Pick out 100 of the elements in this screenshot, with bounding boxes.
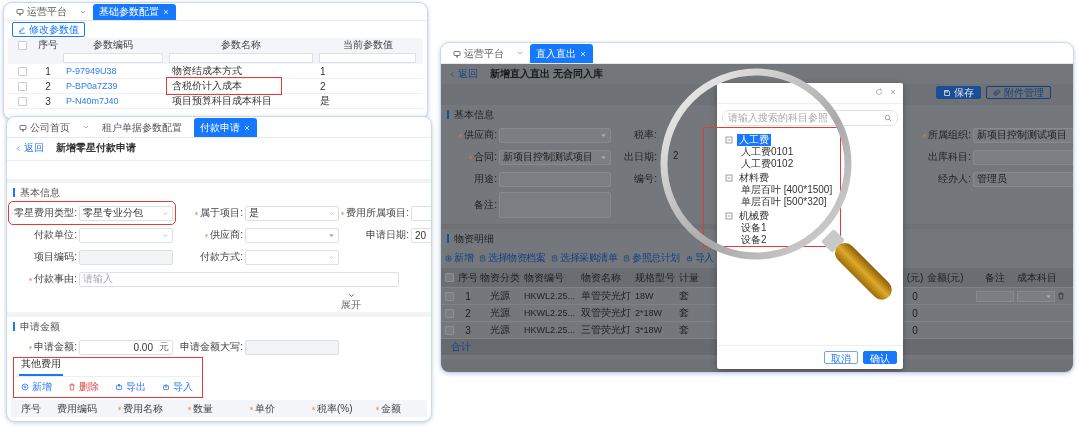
toolbar-button[interactable]: 选择物资档案: [479, 251, 545, 265]
import-button[interactable]: 导入: [162, 379, 193, 394]
table-cell-text: HKWL2.25...: [523, 291, 577, 301]
table-cell-text: 1: [464, 290, 472, 302]
tab[interactable]: 基础参数配置: [93, 4, 176, 20]
field-label: 申请金额:: [34, 340, 77, 354]
column-header: 序号: [21, 401, 41, 416]
export-button[interactable]: 导出: [115, 379, 146, 394]
tab[interactable]: 租户单据参数配置: [96, 118, 188, 137]
table-cell-text: 套: [678, 306, 690, 320]
tree-item[interactable]: 材料费: [737, 171, 771, 184]
section-title: 物资明细: [454, 231, 494, 246]
column-header: 税率(%): [317, 401, 353, 416]
page-title: 新增直入直出 无合同入库: [490, 67, 603, 81]
total-label: 合计: [451, 340, 471, 354]
table-cell-text: 单管荧光灯: [580, 289, 632, 303]
table-cell-text: 1: [319, 65, 327, 77]
input-field[interactable]: 20: [411, 227, 431, 243]
column-header: 物资编号: [523, 270, 565, 285]
toolbar-button[interactable]: 参照总计划: [623, 251, 680, 265]
field-label: 经办人:: [938, 172, 971, 186]
tab[interactable]: 运营平台: [447, 44, 510, 63]
input-field[interactable]: 请输入: [79, 271, 399, 287]
tab[interactable]: 运营平台: [10, 4, 73, 20]
code-link[interactable]: P-N40m7J40: [60, 96, 166, 106]
cancel-button[interactable]: 取消: [824, 351, 858, 364]
field-label: 所属组织:: [928, 128, 971, 142]
column-header: 备注: [984, 270, 1006, 285]
column-header: 费用名称: [123, 401, 163, 416]
column-header: 当前参数值: [341, 38, 394, 52]
field-label: 项目编码:: [34, 250, 77, 264]
section-title: 基本信息: [454, 107, 494, 122]
field-label: 供应商:: [464, 128, 497, 142]
add-button[interactable]: 新增: [445, 251, 473, 265]
column-header: 序号: [37, 38, 59, 52]
tab[interactable]: 公司首页: [13, 118, 76, 137]
input-field[interactable]: 管理员: [973, 171, 1073, 187]
field-label: 供应商:: [210, 228, 243, 242]
code-link[interactable]: P-97949U38: [60, 66, 166, 76]
tree-item[interactable]: 人工费0101: [739, 146, 796, 158]
column-header: 参数名称: [220, 38, 262, 52]
table-cell-text: 三管荧光灯: [580, 323, 632, 337]
tab[interactable]: 直入直出: [530, 44, 593, 63]
tree-item[interactable]: 设备2: [739, 234, 769, 246]
tree-item[interactable]: 人工费: [737, 133, 771, 146]
column-header: 物资名称: [580, 270, 622, 285]
tab[interactable]: 付款申请: [194, 118, 257, 137]
field-label: 申请金额大写:: [180, 340, 243, 354]
table-cell-text: 是: [319, 94, 331, 108]
input-field[interactable]: 0.00 元: [79, 339, 173, 355]
field-label: 税率:: [633, 128, 657, 142]
column-header: 数量: [193, 401, 213, 416]
add-button[interactable]: 新增: [21, 379, 52, 394]
edit-button[interactable]: 修改参数值: [12, 22, 85, 37]
confirm-button[interactable]: 确认: [863, 351, 897, 364]
tree-item[interactable]: 机械费: [737, 209, 771, 222]
save-button[interactable]: 保存: [936, 86, 981, 99]
field-label: 出库科目:: [928, 150, 971, 164]
field-label: 付款方式:: [200, 250, 243, 264]
table-cell: 含税价计入成本: [168, 79, 280, 93]
table-cell-text: 3: [44, 95, 52, 107]
column-header: 金额: [381, 401, 401, 416]
tab[interactable]: 其他费用: [19, 357, 63, 376]
select-field[interactable]: 零星专业分包: [79, 205, 173, 221]
field-label: 付款单位:: [34, 228, 77, 242]
back-link[interactable]: 返回: [15, 141, 44, 155]
tree-item[interactable]: 单层百叶 [400*1500]: [739, 184, 835, 196]
column-header: 物资分类: [479, 270, 521, 285]
table-cell-text: 2: [464, 307, 472, 319]
table-cell-text: HKWL2.25...: [523, 325, 577, 335]
code-link[interactable]: P-BP0a7Z39: [60, 81, 166, 91]
column-header: 计量: [678, 270, 699, 285]
table-cell-text: 1: [44, 65, 52, 77]
select-field[interactable]: 是: [245, 205, 339, 221]
field-value: 2: [673, 150, 679, 163]
tree-item[interactable]: 设备1: [739, 222, 769, 234]
column-header: 参数编码: [92, 38, 134, 52]
table-cell-text: 3: [464, 324, 472, 336]
column-header: 单价: [255, 401, 275, 416]
table-cell-text: 双管荧光灯: [580, 306, 632, 320]
tree-item[interactable]: 单层百叶 [500*320]: [739, 196, 829, 208]
select-field[interactable]: 新项目控制测试项目: [499, 149, 611, 165]
field-label: 申请日期:: [366, 228, 409, 242]
column-header: 规格型号: [634, 270, 676, 285]
input-field[interactable]: 新项目控制测试项目: [973, 127, 1073, 143]
table-cell-text: 光源: [489, 306, 511, 320]
table-cell-text: 2: [44, 80, 52, 92]
page-title: 新增零星付款申请: [56, 141, 136, 155]
column-header: 序号: [457, 270, 479, 285]
delete-button[interactable]: 删除: [68, 379, 99, 394]
expand-button[interactable]: 展开: [341, 290, 361, 310]
field-label: 属于项目:: [200, 206, 243, 220]
column-header: 成本科目: [1017, 270, 1058, 285]
section-title: 基本信息: [20, 185, 60, 200]
toolbar-button[interactable]: 选择采购清单: [551, 251, 617, 265]
tree-item[interactable]: 人工费0102: [739, 158, 796, 170]
table-cell-text: 套: [678, 289, 690, 303]
table-cell-text: 项目预算科目成本科目: [171, 94, 273, 108]
search-field[interactable]: 请输入搜索的科目参照: [722, 110, 898, 126]
import-button[interactable]: 导入: [685, 251, 714, 265]
